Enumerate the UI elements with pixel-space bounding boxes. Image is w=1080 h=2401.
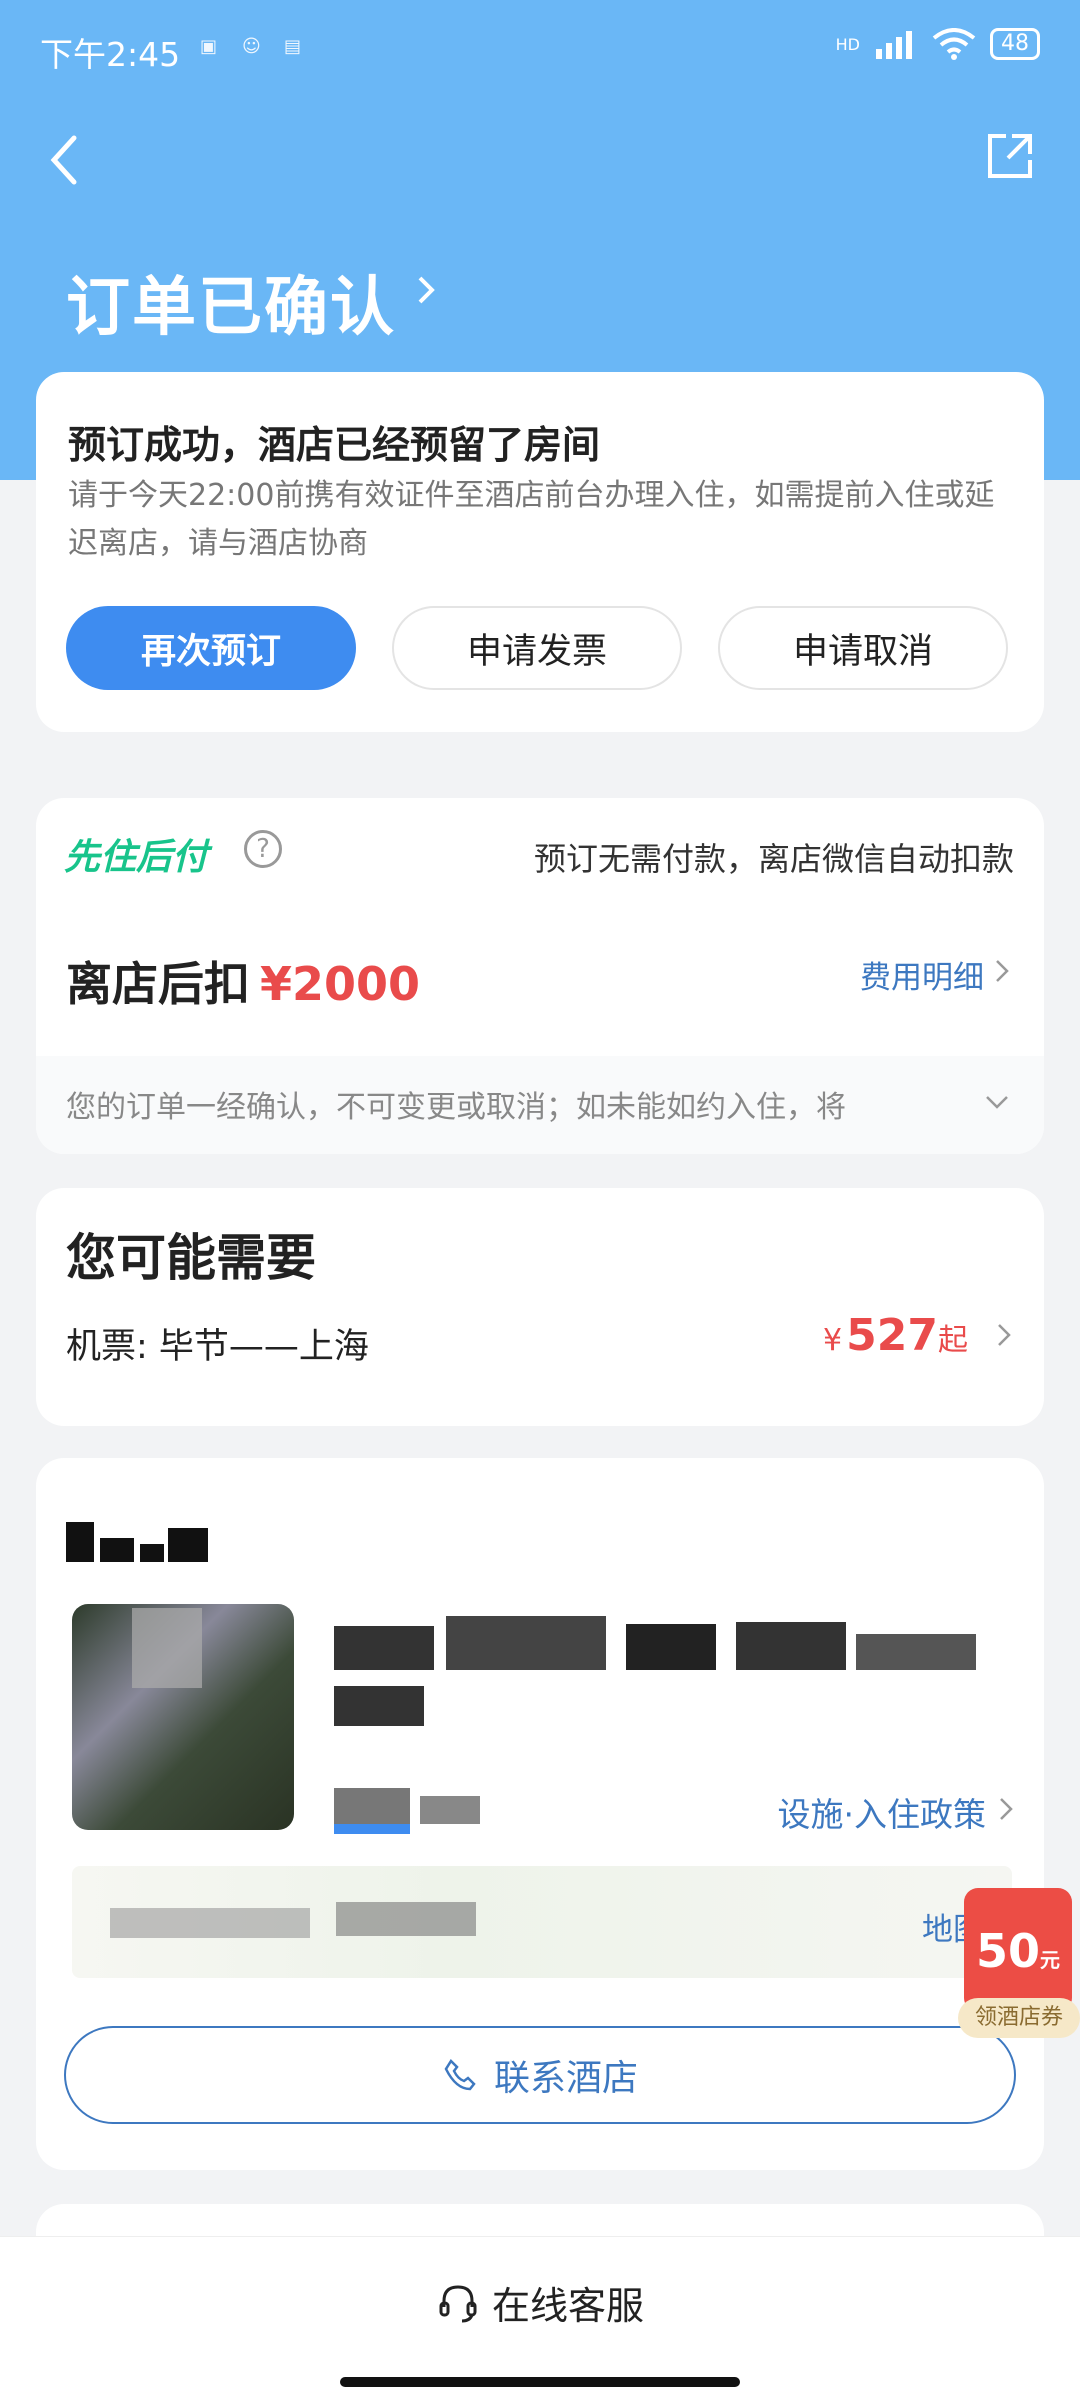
redacted-hotel-name [140, 1544, 164, 1562]
help-icon[interactable]: ? [244, 830, 282, 868]
rating-bar [334, 1824, 410, 1834]
chevron-right-icon[interactable] [998, 1796, 1014, 1822]
contact-hotel-button[interactable]: 联系酒店 [64, 2026, 1016, 2124]
rebook-button[interactable]: 再次预订 [66, 606, 356, 690]
online-service-label: 在线客服 [491, 2284, 644, 2328]
contact-hotel-label: 联系酒店 [493, 2058, 638, 2099]
notification-icon: ▣ [200, 36, 218, 57]
redacted-address [446, 1616, 606, 1670]
chevron-right-icon[interactable] [412, 270, 440, 310]
flight-price[interactable]: ¥527起 [823, 1310, 968, 1361]
hotel-card: 设施·入住政策 地图 联系酒店 [36, 1458, 1044, 2170]
fee-detail-link[interactable]: 费用明细 [860, 952, 984, 997]
redacted-hotel-name [100, 1538, 134, 1562]
redacted-location [110, 1908, 310, 1938]
status-right: HD 48 [836, 28, 1040, 60]
share-icon[interactable] [984, 130, 1036, 182]
price-value: 527 [846, 1310, 938, 1361]
coupon-amount: 50元 [964, 1924, 1072, 1978]
confirm-description: 请于今天22:00前携有效证件至酒店前台办理入住，如需提前入住或延迟离店，请与酒… [68, 478, 995, 561]
battery-indicator: 48 [990, 28, 1040, 60]
redacted-hotel-name [168, 1528, 208, 1562]
booking-confirmed-card: 预订成功，酒店已经预留了房间 请于今天22:00前携有效证件至酒店前台办理入住，… [36, 372, 1044, 732]
home-indicator[interactable] [340, 2377, 740, 2387]
flight-offer-label[interactable]: 机票: 毕节——上海 [66, 1318, 369, 1369]
hotel-coupon-badge[interactable]: 50元 领酒店券 [958, 1888, 1080, 2038]
redacted-hotel-name [66, 1522, 94, 1562]
redacted-location [336, 1902, 476, 1936]
bottom-bar: 在线客服 [0, 2236, 1080, 2401]
payment-note: 预订无需付款，离店微信自动扣款 [533, 840, 1014, 878]
price-suffix: 起 [938, 1323, 968, 1358]
redacted-address [856, 1634, 976, 1670]
online-service-button[interactable]: 在线客服 [0, 2275, 1080, 2330]
page-title[interactable]: 订单已确认 [66, 256, 396, 348]
image-mosaic [132, 1608, 202, 1688]
notification-icon: ☺ [242, 36, 261, 57]
wifi-icon [932, 28, 976, 60]
payment-card: 先住后付 ? 预订无需付款，离店微信自动扣款 离店后扣 ¥2000 费用明细 您的… [36, 798, 1044, 1154]
recommend-card: 您可能需要 机票: 毕节——上海 ¥527起 [36, 1188, 1044, 1426]
redacted-address [736, 1622, 846, 1670]
coupon-label: 领酒店券 [958, 1998, 1080, 2038]
coupon-unit: 元 [1040, 1948, 1060, 1972]
request-invoice-button[interactable]: 申请发票 [392, 606, 682, 690]
status-time: 下午2:45 [40, 35, 181, 74]
request-cancel-button[interactable]: 申请取消 [718, 606, 1008, 690]
redacted-rating [334, 1788, 410, 1824]
chevron-right-icon[interactable] [996, 1322, 1012, 1348]
chevron-right-icon[interactable] [994, 958, 1010, 984]
recommend-heading: 您可能需要 [66, 1229, 316, 1287]
chevron-down-icon[interactable] [984, 1094, 1010, 1110]
redacted-address [334, 1626, 434, 1670]
notification-icon: ▤ [284, 36, 302, 57]
redacted-rating [420, 1796, 480, 1824]
network-label: HD [835, 34, 860, 54]
coupon-value: 50 [975, 1924, 1040, 1978]
pay-summary: 离店后扣 ¥2000 [66, 948, 420, 1014]
redacted-address [626, 1624, 716, 1670]
redacted-address [334, 1686, 424, 1726]
pay-later-tag: 先住后付 [64, 837, 209, 878]
cancel-policy-text: 您的订单一经确认，不可变更或取消；如未能如约入住，将 [66, 1090, 846, 1125]
status-bar: 下午2:45 ▣ ☺ ▤ HD 48 [40, 22, 1040, 78]
back-arrow-icon[interactable] [44, 130, 84, 190]
phone-icon [444, 2059, 476, 2091]
currency-symbol: ¥ [823, 1323, 843, 1358]
facilities-policy-link[interactable]: 设施·入住政策 [778, 1788, 987, 1836]
pay-label: 离店后扣 [66, 957, 250, 1011]
pay-amount: ¥2000 [260, 957, 421, 1011]
headset-icon [439, 2284, 477, 2322]
signal-icon [876, 31, 912, 59]
confirm-heading: 预订成功，酒店已经预留了房间 [68, 423, 601, 467]
